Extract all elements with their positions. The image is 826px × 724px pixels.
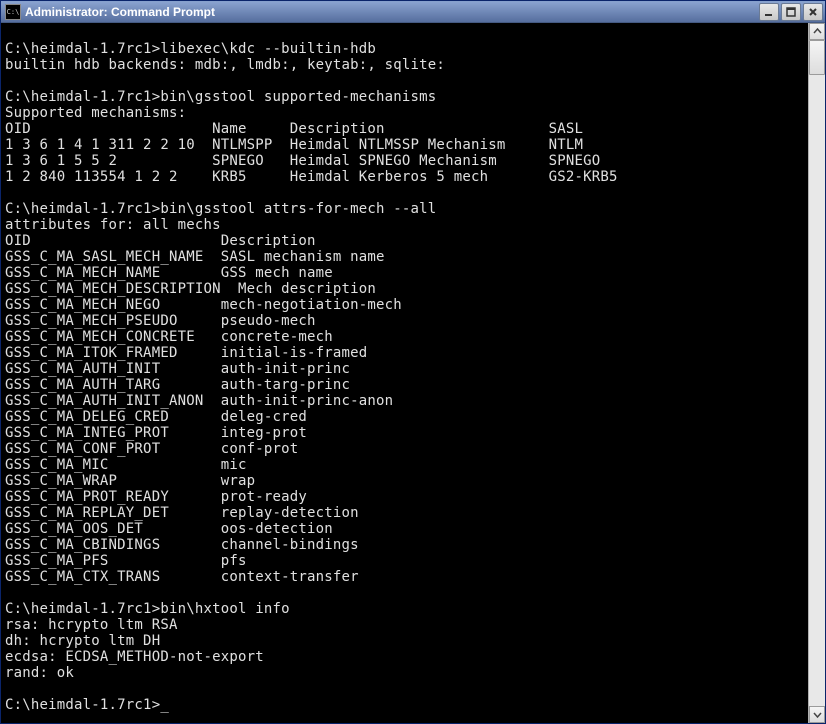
chevron-up-icon	[813, 27, 822, 36]
maximize-icon	[786, 7, 796, 17]
minimize-button[interactable]	[759, 3, 779, 21]
close-icon	[808, 7, 818, 17]
scroll-down-button[interactable]	[809, 706, 825, 723]
minimize-icon	[764, 7, 774, 17]
window: C:\ Administrator: Command Prompt C:\hei…	[0, 0, 826, 724]
scroll-thumb[interactable]	[809, 40, 825, 75]
titlebar[interactable]: C:\ Administrator: Command Prompt	[1, 1, 825, 23]
window-title: Administrator: Command Prompt	[25, 5, 759, 19]
terminal-wrap: C:\heimdal-1.7rc1>libexec\kdc --builtin-…	[1, 23, 825, 723]
scroll-track[interactable]	[809, 40, 825, 706]
scroll-up-button[interactable]	[809, 23, 825, 40]
maximize-button[interactable]	[781, 3, 801, 21]
titlebar-buttons	[759, 3, 823, 21]
vertical-scrollbar[interactable]	[808, 23, 825, 723]
close-button[interactable]	[803, 3, 823, 21]
chevron-down-icon	[813, 710, 822, 719]
terminal-output[interactable]: C:\heimdal-1.7rc1>libexec\kdc --builtin-…	[1, 23, 808, 723]
cursor: _	[160, 697, 169, 713]
cmd-icon: C:\	[5, 4, 21, 20]
